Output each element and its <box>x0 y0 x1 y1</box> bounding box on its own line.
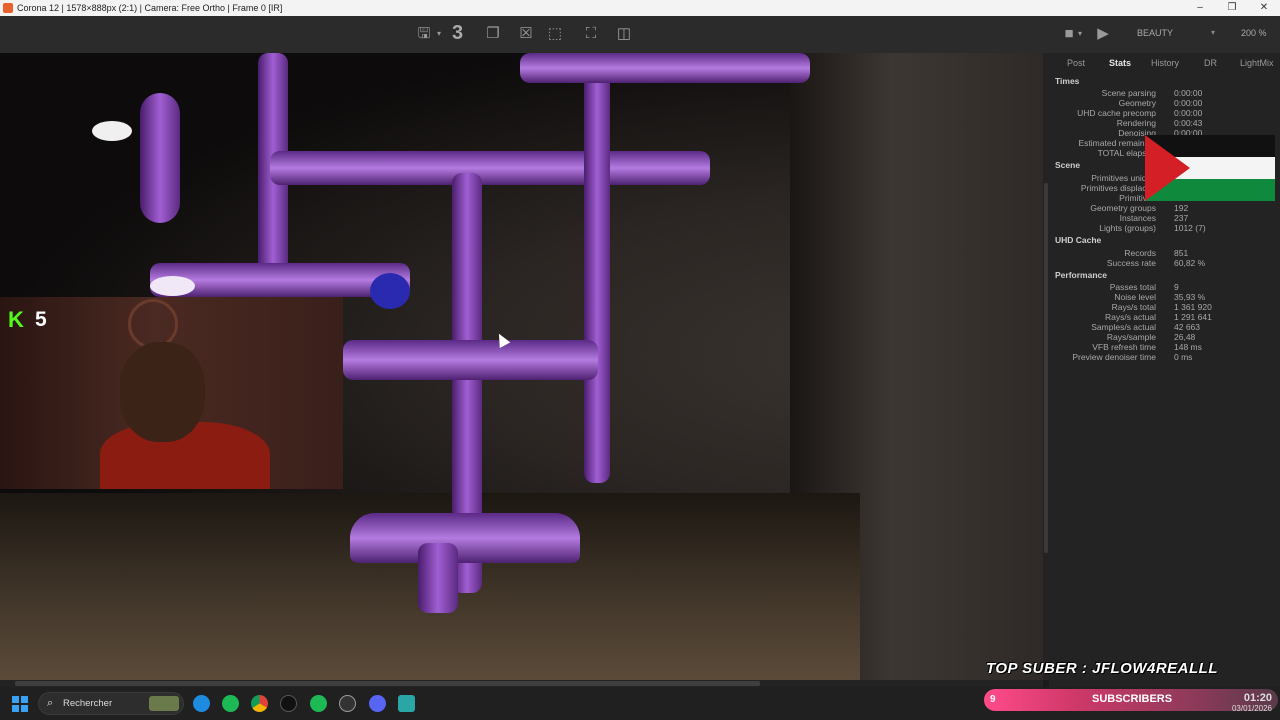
search-placeholder: Rechercher <box>63 698 113 709</box>
tab-dr[interactable]: DR <box>1204 58 1217 68</box>
pipe <box>418 543 458 613</box>
scroll-thumb[interactable] <box>15 681 760 686</box>
tray-time: 01:20 <box>1243 692 1272 704</box>
kick-icon: K <box>8 307 24 332</box>
pipe <box>140 93 180 223</box>
clear-icon[interactable]: ☒ <box>516 24 536 44</box>
tab-history[interactable]: History <box>1151 58 1179 68</box>
stat-row: Rendering 0:00:43 <box>1116 118 1203 128</box>
tiktok-icon[interactable] <box>280 695 297 712</box>
scroll-thumb[interactable] <box>1044 183 1048 553</box>
stat-row: UHD cache precomp 0:00:00 <box>1077 108 1203 118</box>
pipe <box>270 151 710 185</box>
tab-stats[interactable]: Stats <box>1109 58 1131 68</box>
pipe <box>520 53 810 83</box>
render-controls: ■ ▾ ▶ BEAUTY ▾ 200 % <box>1043 16 1280 53</box>
taskbar-search[interactable]: ⌕ Rechercher <box>38 692 184 715</box>
subscribers-label: SUBSCRIBERS <box>1092 693 1173 705</box>
close-button[interactable]: ✕ <box>1248 0 1280 16</box>
vfb-toolbar: 🖫 ▾ 3 ❐ ☒ ⬚ ⛶ ◫ ■ ▾ ▶ BEAUTY ▾ 200 % <box>0 16 1280 53</box>
search-highlight-image <box>149 696 179 711</box>
stat-row: Scene parsing 0:00:00 <box>1101 88 1203 98</box>
save-dropdown-icon[interactable]: ▾ <box>434 24 444 44</box>
horizontal-scrollbar[interactable] <box>0 680 1043 687</box>
split-icon[interactable]: ◫ <box>614 24 634 44</box>
zoom-select[interactable]: 200 % <box>1241 28 1267 38</box>
system-tray-clock[interactable]: 01:20 03/01/2026 <box>1232 692 1272 713</box>
stat-row: Preview denoiser time 0 ms <box>1072 352 1193 362</box>
stat-row: Success rate 60,82 % <box>1106 258 1206 268</box>
light-spot <box>92 121 132 141</box>
stat-row: Lights (groups) 1012 (7) <box>1099 223 1206 233</box>
section-times: Times <box>1055 76 1080 86</box>
stat-row: Rays/s actual 1 291 641 <box>1104 312 1212 322</box>
passes-number: 3 <box>452 22 464 44</box>
spotify2-icon[interactable] <box>310 695 327 712</box>
dropdown-chevron-icon[interactable]: ▾ <box>1211 28 1215 37</box>
edge-icon[interactable] <box>193 695 210 712</box>
stat-row: Noise level 35,93 % <box>1114 292 1206 302</box>
minimize-button[interactable]: – <box>1184 0 1216 16</box>
palestine-flag-overlay <box>1145 135 1275 201</box>
section-uhd-cache: UHD Cache <box>1055 235 1102 245</box>
blue-ball <box>370 273 410 309</box>
region-icon[interactable]: ⬚ <box>545 24 565 44</box>
light-spot <box>150 276 195 296</box>
section-performance: Performance <box>1055 270 1107 280</box>
window-title: Corona 12 | 1578×888px (2:1) | Camera: F… <box>17 3 283 13</box>
window-controls: – ❐ ✕ <box>1184 0 1280 16</box>
stop-dropdown-icon[interactable]: ▾ <box>1075 24 1085 44</box>
kick-viewers: K 5 <box>8 308 47 332</box>
search-icon: ⌕ <box>47 697 54 709</box>
corona-app-icon <box>3 3 13 13</box>
kick-count: 5 <box>35 308 47 331</box>
save-icon[interactable]: 🖫 <box>414 24 434 44</box>
render-element-select[interactable]: BEAUTY <box>1137 28 1173 38</box>
top-suber-banner: TOP SUBER : JFLOW4REALLL <box>986 660 1219 677</box>
stat-row: Instances 237 <box>1119 213 1189 223</box>
panel-tabs: Post Stats History DR LightMix <box>1049 53 1280 73</box>
pipe <box>350 513 580 563</box>
stat-row: Rays/s total 1 361 920 <box>1111 302 1212 312</box>
stat-row: Geometry 0:00:00 <box>1118 98 1203 108</box>
corona-icon[interactable] <box>398 695 415 712</box>
maximize-button[interactable]: ❐ <box>1216 0 1248 16</box>
spotify-icon[interactable] <box>222 695 239 712</box>
copy-icon[interactable]: ❐ <box>483 24 503 44</box>
pipe <box>584 53 610 483</box>
windows-start-icon[interactable] <box>12 696 28 712</box>
chrome-icon[interactable] <box>251 695 268 712</box>
stat-row: Geometry groups 192 <box>1090 203 1189 213</box>
webcam-overlay <box>0 297 343 489</box>
section-scene: Scene <box>1055 160 1081 170</box>
fit-icon[interactable]: ⛶ <box>581 24 601 44</box>
tab-lightmix[interactable]: LightMix <box>1240 58 1274 68</box>
obs-icon[interactable] <box>339 695 356 712</box>
stat-row: Records 851 <box>1124 248 1189 258</box>
discord-icon[interactable] <box>369 695 386 712</box>
window-titlebar: Corona 12 | 1578×888px (2:1) | Camera: F… <box>0 0 1280 16</box>
play-icon[interactable]: ▶ <box>1093 24 1113 44</box>
stat-row: VFB refresh time 148 ms <box>1092 342 1202 352</box>
tab-post[interactable]: Post <box>1067 58 1085 68</box>
tray-date: 03/01/2026 <box>1231 704 1272 713</box>
pipe <box>343 340 598 380</box>
stat-row: Rays/sample 26,48 <box>1106 332 1196 342</box>
stat-row: Samples/s actual 42 663 <box>1091 322 1200 332</box>
streamer <box>100 342 270 489</box>
stat-row: Passes total 9 <box>1109 282 1179 292</box>
subscribers-count: 9 <box>990 694 996 705</box>
